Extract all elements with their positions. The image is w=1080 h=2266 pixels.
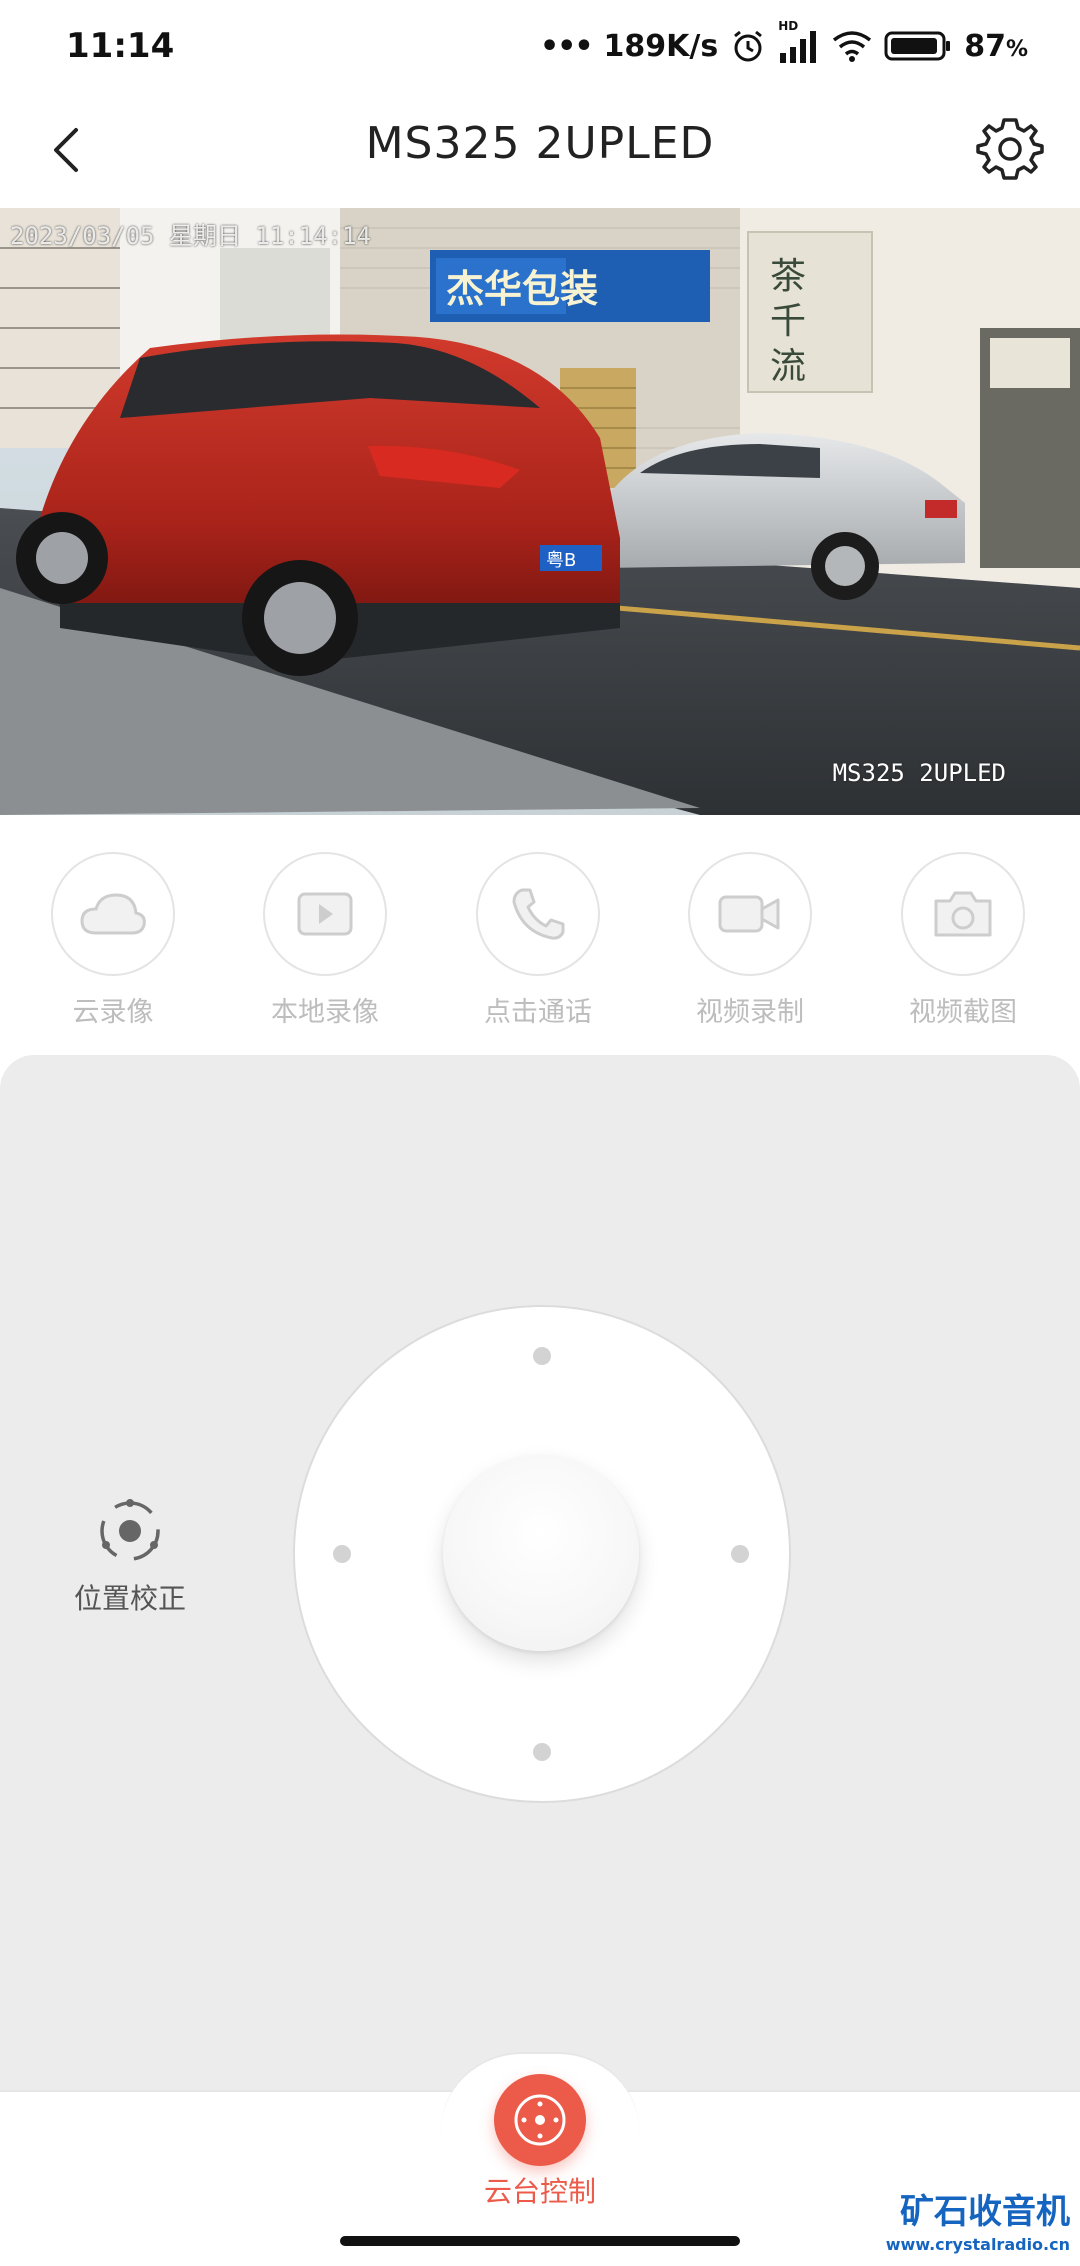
ptz-icon [514, 2094, 566, 2146]
action-label: 本地录像 [271, 997, 379, 1028]
gear-icon [976, 118, 1044, 180]
video-timestamp: 2023/03/05 星期日 11:14:14 [10, 222, 371, 250]
camera-feed-image: 杰华包装 茶 千 流 粤B [0, 208, 1080, 815]
network-speed: 189K/s [603, 28, 719, 64]
action-label: 视频截图 [909, 997, 1017, 1028]
settings-button[interactable] [970, 108, 1050, 188]
battery-icon [884, 30, 952, 62]
status-icons: ••• 189K/s HD 87% [539, 19, 1028, 70]
joystick-up-dot[interactable] [533, 1347, 551, 1365]
joystick-right-dot[interactable] [731, 1545, 749, 1563]
phone-icon [476, 852, 600, 976]
svg-text:茶: 茶 [770, 256, 806, 297]
joystick-left-dot[interactable] [333, 1545, 351, 1563]
home-indicator[interactable] [340, 2236, 740, 2246]
svg-text:流: 流 [770, 346, 806, 387]
status-bar: 11:14 ••• 189K/s HD 87% [0, 0, 1080, 92]
cloud-icon [51, 852, 175, 976]
cloud-recording-button[interactable]: 云录像 [28, 852, 198, 1029]
joystick-down-dot[interactable] [533, 1743, 551, 1761]
watermark-name: 矿石收音机 [900, 2192, 1070, 2232]
calibrate-icon [100, 1499, 160, 1561]
video-camera-name: MS325 2UPLED [832, 759, 1006, 787]
play-video-icon [263, 852, 387, 976]
more-dots-icon: ••• [539, 28, 594, 64]
header: MS325 2UPLED [0, 92, 1080, 208]
svg-text:粤B: 粤B [546, 550, 576, 571]
hd-badge: HD [778, 19, 799, 33]
alarm-icon [730, 28, 766, 64]
action-label: 视频录制 [696, 997, 804, 1028]
video-camera-icon [688, 852, 812, 976]
video-feed[interactable]: 杰华包装 茶 千 流 粤B 2023/03/05 星期日 11:14:14 MS… [0, 208, 1080, 815]
wifi-icon [832, 30, 872, 62]
joystick-knob[interactable] [443, 1455, 639, 1651]
local-recording-button[interactable]: 本地录像 [240, 852, 410, 1029]
watermark-url: www.crystalradio.cn [885, 2235, 1070, 2254]
screenshot-button[interactable]: 视频截图 [878, 852, 1048, 1029]
watermark: 矿石收音机 www.crystalradio.cn [886, 2184, 1070, 2254]
page-title: MS325 2UPLED [365, 118, 715, 169]
action-bar: 云录像 本地录像 点击通话 视频录制 视频截图 [0, 815, 1080, 1055]
svg-text:杰华包装: 杰华包装 [446, 267, 598, 311]
camera-icon [901, 852, 1025, 976]
ptz-control-button[interactable] [494, 2074, 586, 2166]
action-label: 云录像 [72, 997, 154, 1028]
signal-icon: HD [778, 19, 820, 63]
svg-text:千: 千 [770, 301, 806, 342]
position-calibrate-button[interactable]: 位置校正 [60, 1493, 200, 1617]
battery-level: 87% [964, 28, 1028, 64]
ptz-joystick[interactable] [293, 1305, 791, 1803]
calibrate-label: 位置校正 [73, 1582, 186, 1615]
call-button[interactable]: 点击通话 [453, 852, 623, 1029]
action-label: 点击通话 [484, 997, 592, 1028]
status-time: 11:14 [66, 26, 175, 66]
video-record-button[interactable]: 视频录制 [665, 852, 835, 1029]
ptz-panel: 位置校正 [0, 1055, 1080, 2090]
